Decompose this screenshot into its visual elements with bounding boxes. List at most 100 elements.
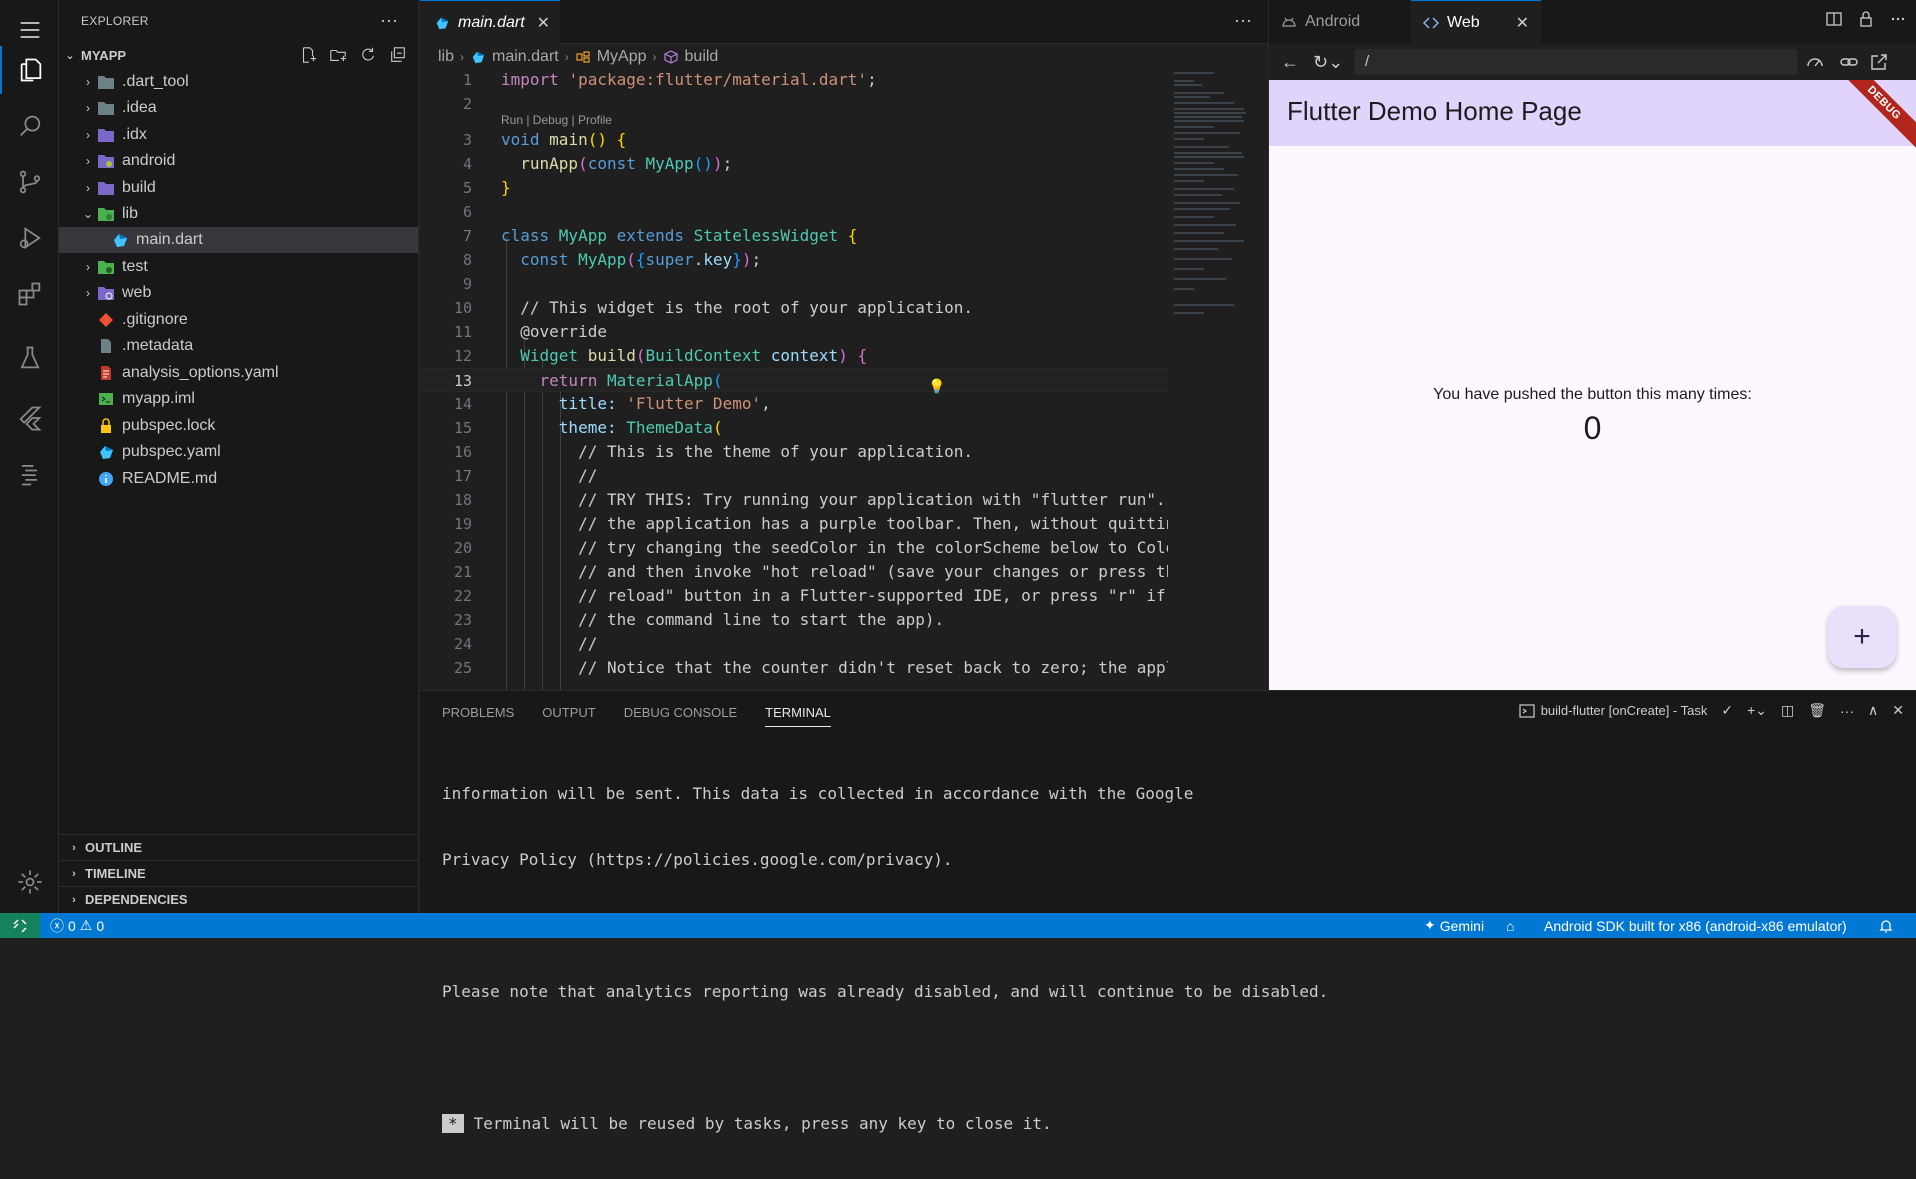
folder-lib-icon <box>97 206 115 222</box>
outline-view-icon[interactable] <box>0 450 59 498</box>
chevron-right-icon: › <box>652 50 657 64</box>
tree-item-idea[interactable]: › .idea <box>59 95 418 121</box>
tree-item-build[interactable]: › build <box>59 175 418 201</box>
tree-item-gitignore[interactable]: .gitignore <box>59 307 418 333</box>
close-icon[interactable]: ✕ <box>1516 13 1529 33</box>
timeline-section[interactable]: › TIMELINE <box>59 860 418 886</box>
tree-item-pubspec-yaml[interactable]: pubspec.yaml <box>59 439 418 465</box>
dependencies-label: DEPENDENCIES <box>85 892 188 907</box>
tab-problems[interactable]: PROBLEMS <box>442 705 514 727</box>
close-panel-icon[interactable]: ✕ <box>1892 702 1904 719</box>
tree-item-idx[interactable]: › .idx <box>59 122 418 148</box>
explorer-icon[interactable] <box>0 46 59 94</box>
url-input[interactable]: / <box>1355 49 1797 75</box>
tab-output[interactable]: OUTPUT <box>542 705 595 727</box>
reload-icon[interactable]: ↻⌄ <box>1313 52 1343 73</box>
settings-gear-icon[interactable] <box>0 858 59 906</box>
split-editor-icon[interactable] <box>1825 10 1843 28</box>
tree-item-main-dart[interactable]: main.dart <box>59 227 418 253</box>
flutter-icon[interactable] <box>0 394 59 442</box>
collapse-all-icon[interactable] <box>385 44 411 66</box>
tree-item-analysis-options[interactable]: analysis_options.yaml <box>59 360 418 386</box>
increment-fab-button[interactable]: + <box>1828 606 1896 668</box>
tab-main-dart[interactable]: main.dart ✕ <box>420 0 560 44</box>
new-folder-icon[interactable] <box>325 44 351 66</box>
trash-icon[interactable]: 🗑 <box>1808 702 1826 719</box>
dart-file-icon <box>472 51 485 64</box>
panel-tabs: PROBLEMS OUTPUT DEBUG CONSOLE TERMINAL <box>442 705 831 727</box>
workspace-root[interactable]: ⌄ MYAPP <box>59 44 419 66</box>
gemini-indicator[interactable]: ✦ Gemini <box>1424 913 1484 938</box>
more-actions-icon[interactable] <box>1889 10 1907 28</box>
tree-item-pubspec-lock[interactable]: pubspec.lock <box>59 413 418 439</box>
git-file-icon <box>97 312 115 328</box>
link-icon[interactable] <box>1839 52 1859 77</box>
dependencies-section[interactable]: › DEPENDENCIES <box>59 886 418 912</box>
refresh-icon[interactable] <box>355 44 381 66</box>
class-symbol-icon <box>576 51 590 63</box>
tab-debug-console[interactable]: DEBUG CONSOLE <box>624 705 737 727</box>
lock-icon[interactable] <box>1857 10 1875 28</box>
tree-item-android[interactable]: › android <box>59 148 418 174</box>
open-external-icon[interactable] <box>1869 52 1889 77</box>
new-file-icon[interactable] <box>295 44 321 66</box>
terminal-reuse-text: Terminal will be reused by tasks, press … <box>473 1114 1052 1133</box>
close-icon[interactable]: ✕ <box>537 13 550 33</box>
breadcrumb-item[interactable]: main.dart <box>492 48 559 66</box>
problems-indicator[interactable]: ⓧ 0 ⚠ 0 <box>50 913 104 938</box>
outline-section[interactable]: › OUTLINE <box>59 834 418 860</box>
tree-item-web[interactable]: › web <box>59 280 418 306</box>
breadcrumb-item[interactable]: MyApp <box>597 48 647 66</box>
tab-android[interactable]: Android <box>1269 0 1411 44</box>
terminal-output[interactable]: information will be sent. This data is c… <box>442 739 1328 1179</box>
split-terminal-icon[interactable]: ◫ <box>1781 702 1794 719</box>
testing-icon[interactable] <box>0 334 59 382</box>
code-line: 9 <box>462 275 472 293</box>
code-area[interactable]: 1 import 'package:flutter/material.dart';… <box>420 68 1168 690</box>
more-actions-icon[interactable]: ··· <box>1234 10 1252 31</box>
code-line: 3 void main() { <box>462 130 627 149</box>
task-selector[interactable]: build-flutter [onCreate] - Task <box>1519 703 1707 719</box>
maximize-panel-icon[interactable]: ∧ <box>1868 702 1878 719</box>
more-actions-icon[interactable]: ··· <box>380 10 398 31</box>
device-selector[interactable]: Android SDK built for x86 (android-x86 e… <box>1544 913 1847 938</box>
minimap[interactable] <box>1168 68 1268 690</box>
tree-item-label: README.md <box>122 470 218 487</box>
tree-item-readme[interactable]: README.md <box>59 466 418 492</box>
new-terminal-icon[interactable]: +⌄ <box>1747 702 1767 719</box>
file-icon <box>97 338 115 354</box>
notifications-bell-icon[interactable] <box>1878 913 1894 938</box>
tab-terminal[interactable]: TERMINAL <box>765 705 831 727</box>
folder-idx-icon <box>97 127 115 143</box>
dart-file-icon <box>436 17 449 29</box>
tree-item-myapp-iml[interactable]: myapp.iml <box>59 386 418 412</box>
check-icon[interactable]: ✓ <box>1721 702 1733 719</box>
feedback-icon[interactable]: ⌂ <box>1506 913 1514 938</box>
more-actions-icon[interactable]: ··· <box>1840 703 1854 719</box>
run-debug-icon[interactable] <box>0 214 59 262</box>
performance-gauge-icon[interactable] <box>1805 52 1825 77</box>
code-line: 21 // and then invoke "hot reload" (save… <box>453 562 1168 581</box>
search-icon[interactable] <box>0 102 59 150</box>
code-line: 1 import 'package:flutter/material.dart'; <box>462 70 877 89</box>
chevron-right-icon: › <box>86 128 90 142</box>
tree-item-label: .dart_tool <box>122 73 189 90</box>
dart-file-icon <box>111 232 129 248</box>
tree-item-lib[interactable]: ⌄ lib <box>59 201 418 227</box>
back-arrow-icon[interactable]: ← <box>1281 52 1299 73</box>
sparkle-icon: ✦ <box>1424 917 1436 933</box>
lightbulb-icon[interactable]: 💡 <box>928 378 945 395</box>
tree-item-dart-tool[interactable]: › .dart_tool <box>59 69 418 95</box>
flutter-app-viewport[interactable]: Flutter Demo Home Page DEBUG You have pu… <box>1269 80 1916 690</box>
breadcrumb-item[interactable]: build <box>685 48 719 66</box>
breadcrumb-item[interactable]: lib <box>438 48 454 66</box>
remote-indicator-icon[interactable] <box>0 913 40 938</box>
tree-item-metadata[interactable]: .metadata <box>59 333 418 359</box>
tree-item-label: .idx <box>122 126 147 143</box>
source-control-icon[interactable] <box>0 158 59 206</box>
codelens[interactable]: Run | Debug | Profile <box>420 112 1168 128</box>
tab-web[interactable]: Web ✕ <box>1411 0 1541 44</box>
code-line: 20 // try changing the seedColor in the … <box>453 538 1168 557</box>
extensions-icon[interactable] <box>0 270 59 318</box>
tree-item-test[interactable]: › test <box>59 254 418 280</box>
